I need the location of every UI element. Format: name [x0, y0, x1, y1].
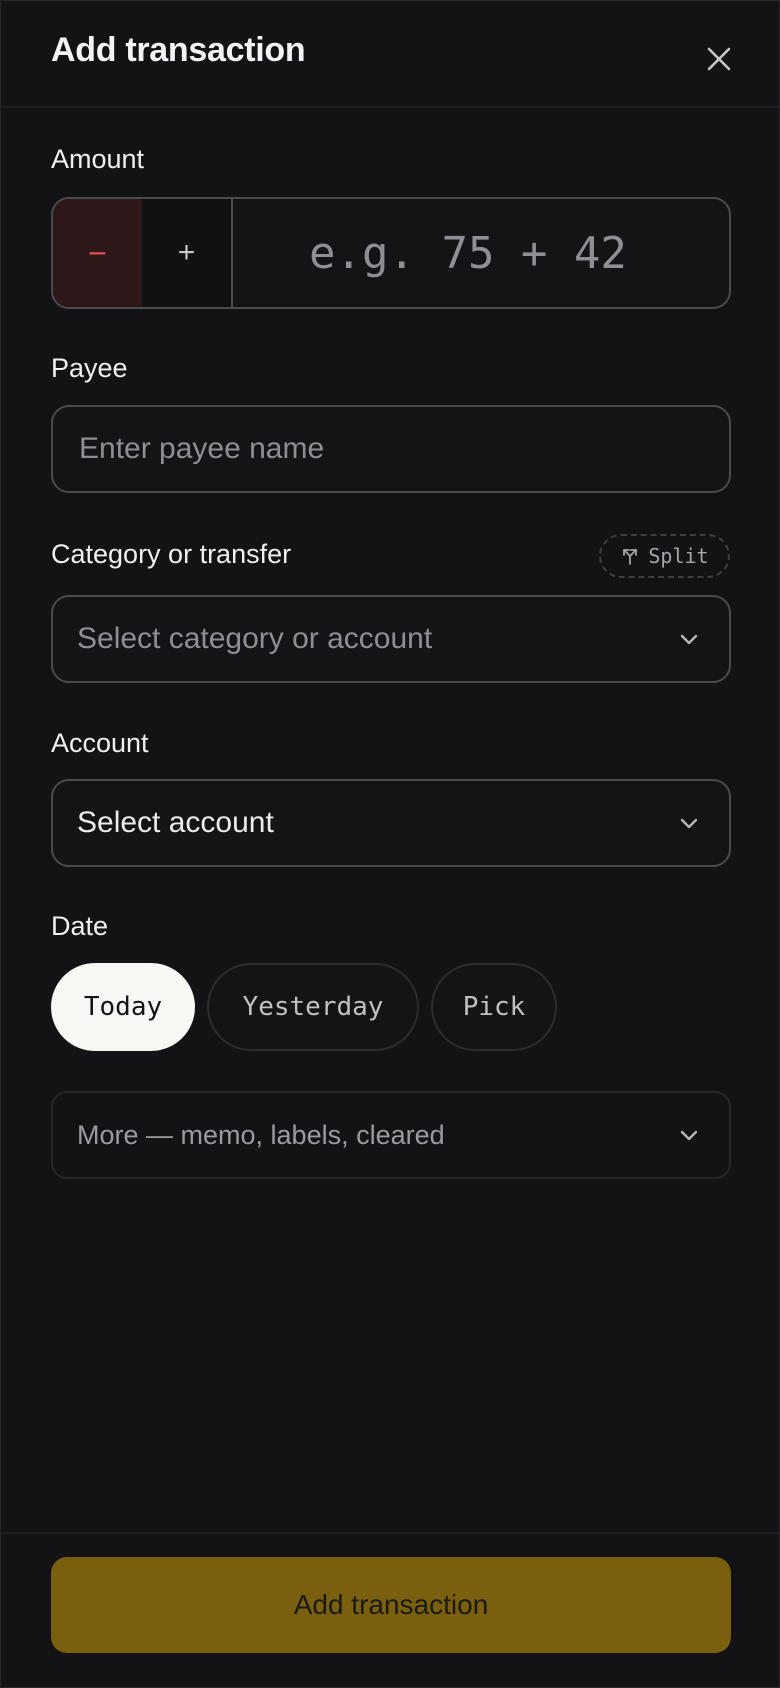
- page-title: Add transaction: [51, 31, 306, 69]
- payee-field: [51, 405, 731, 493]
- category-select-value: Select category or account: [77, 622, 433, 655]
- account-select[interactable]: Select account: [51, 779, 731, 867]
- category-select[interactable]: Select category or account: [51, 595, 731, 683]
- date-option-yesterday[interactable]: Yesterday: [207, 963, 419, 1051]
- split-button[interactable]: Split: [599, 534, 730, 578]
- amount-field: − +: [51, 197, 731, 309]
- account-label: Account: [51, 728, 149, 758]
- amount-input-wrapper: [233, 199, 729, 307]
- date-option-pick[interactable]: Pick: [431, 963, 557, 1051]
- payee-label: Payee: [51, 353, 128, 383]
- more-options-toggle[interactable]: More — memo, labels, cleared: [51, 1091, 731, 1179]
- category-label: Category or transfer: [51, 539, 292, 569]
- negative-sign-button[interactable]: −: [53, 199, 142, 307]
- date-label: Date: [51, 911, 109, 941]
- chevron-down-icon: [680, 818, 698, 829]
- more-options-label: More — memo, labels, cleared: [77, 1119, 445, 1150]
- panel-header: Add transaction: [1, 1, 779, 108]
- close-icon: [707, 47, 731, 71]
- amount-input[interactable]: [307, 226, 729, 280]
- amount-label: Amount: [51, 144, 145, 174]
- split-arrows-icon: [623, 549, 638, 565]
- add-transaction-button[interactable]: Add transaction: [51, 1557, 731, 1653]
- add-transaction-panel: Add transaction Amount − + Payee Categor…: [0, 0, 780, 1688]
- positive-sign-button[interactable]: +: [142, 199, 233, 307]
- account-select-value: Select account: [77, 806, 274, 839]
- chevron-down-icon: [680, 1130, 698, 1141]
- split-label: Split: [648, 544, 709, 568]
- close-button[interactable]: [701, 41, 737, 77]
- chevron-down-icon: [680, 634, 698, 645]
- date-option-today[interactable]: Today: [51, 963, 195, 1051]
- payee-input[interactable]: [77, 431, 729, 467]
